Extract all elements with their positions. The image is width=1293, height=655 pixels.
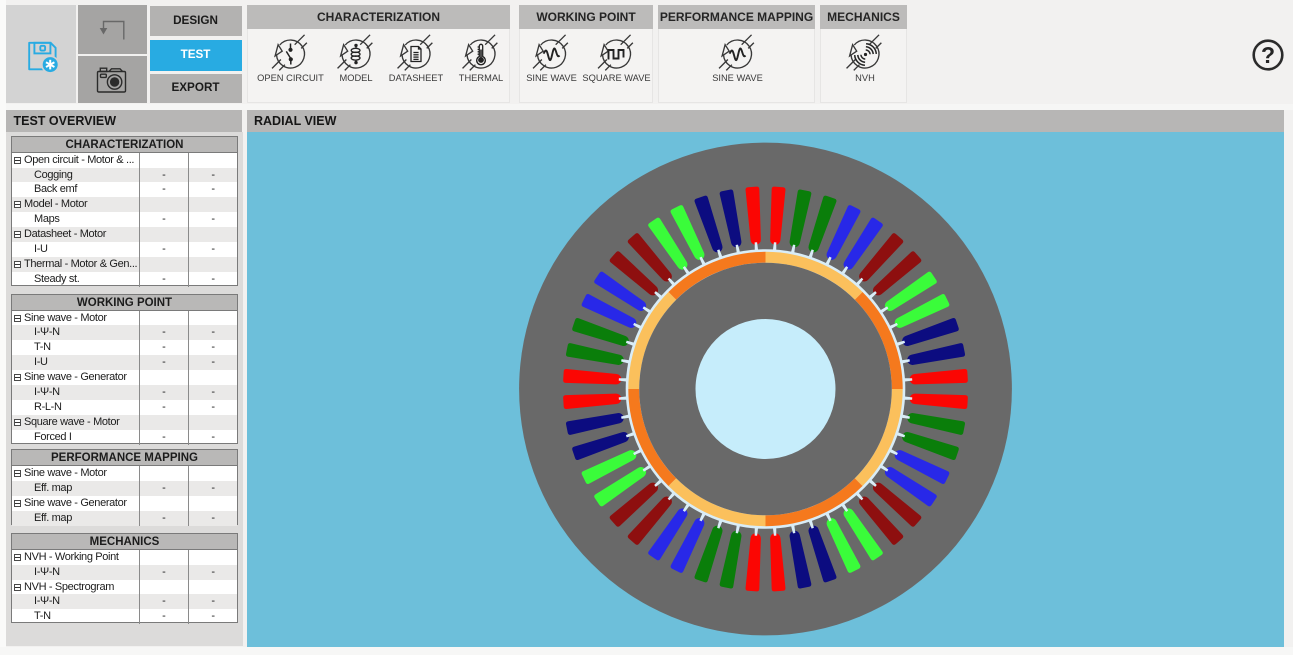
svg-text:?: ? xyxy=(1261,42,1275,68)
